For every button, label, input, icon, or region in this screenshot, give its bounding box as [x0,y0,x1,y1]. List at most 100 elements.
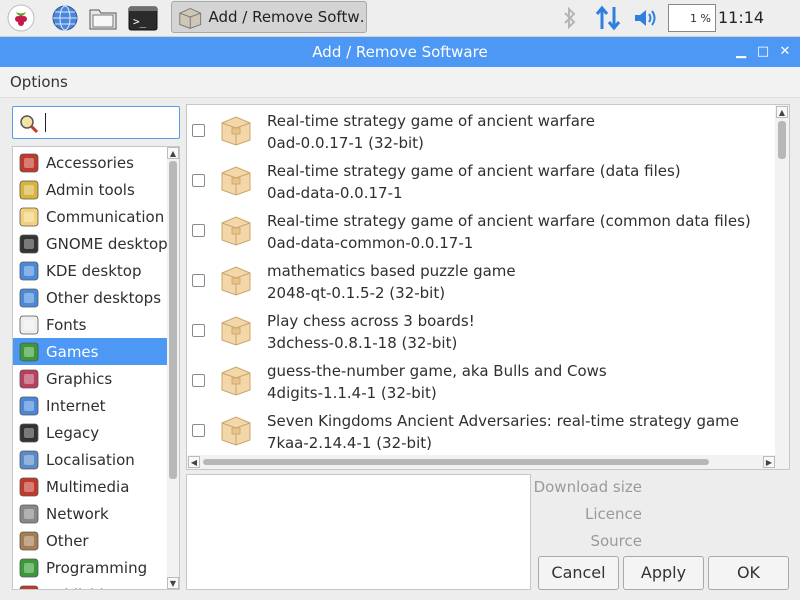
maximize-button[interactable]: □ [756,45,770,59]
search-input[interactable] [12,106,180,139]
category-item[interactable]: Internet [13,392,167,419]
package-row[interactable]: mathematics based puzzle game 2048-qt-0.1… [187,255,777,305]
package-row[interactable]: Seven Kingdoms Ancient Adversaries: real… [187,405,777,455]
package-horizontal-scrollbar[interactable]: ◀ ▶ [187,455,789,469]
gnome-icon [17,232,41,256]
category-label: Communication [46,207,165,226]
category-item[interactable]: Localisation [13,446,167,473]
package-checkbox[interactable] [192,324,205,337]
category-item[interactable]: Admin tools [13,176,167,203]
clock[interactable]: 11:14 [718,0,764,36]
category-label: Network [46,504,109,523]
category-label: GNOME desktop [46,234,168,253]
category-item[interactable]: Legacy [13,419,167,446]
file-manager-icon[interactable] [88,3,118,33]
menu-bar: Options [0,67,800,98]
package-description: guess-the-number game, aka Bulls and Cow… [267,362,607,380]
search-icon [20,115,39,134]
licence-label: Licence [585,505,642,523]
legacy-icon [17,421,41,445]
minimize-button[interactable]: ▁ [734,45,748,59]
volume-icon[interactable] [630,3,662,33]
scroll-thumb[interactable] [778,121,786,159]
package-checkbox[interactable] [192,124,205,137]
network-transfer-icon[interactable] [592,3,624,33]
package-version: 0ad-0.0.17-1 (32-bit) [267,134,424,152]
menu-options[interactable]: Options [10,67,68,97]
package-version: 3dchess-0.8.1-18 (32-bit) [267,334,458,352]
close-button[interactable]: ✕ [778,45,792,59]
package-description: Real-time strategy game of ancient warfa… [267,112,595,130]
package-checkbox[interactable] [192,174,205,187]
package-row[interactable]: Play chess across 3 boards! 3dchess-0.8.1… [187,305,777,355]
scroll-up-button[interactable]: ▲ [776,106,788,118]
scroll-down-button[interactable]: ▼ [167,577,179,589]
taskbar-window-button[interactable]: Add / Remove Softw… [171,1,367,33]
package-version: 0ad-data-0.0.17-1 [267,184,403,202]
raspberry-menu-icon[interactable] [6,3,36,33]
category-label: Internet [46,396,106,415]
fonts-icon [17,313,41,337]
package-checkbox[interactable] [192,224,205,237]
category-item[interactable]: Graphics [13,365,167,392]
window-title: Add / Remove Software [312,43,488,61]
package-checkbox[interactable] [192,374,205,387]
taskbar: >_ Add / Remove Softw… 1 % 11:14 [0,0,800,37]
package-checkbox[interactable] [192,274,205,287]
package-description: Real-time strategy game of ancient warfa… [267,162,681,180]
source-label: Source [590,532,642,550]
taskbar-window-label: Add / Remove Softw… [208,8,366,26]
category-item[interactable]: GNOME desktop [13,230,168,257]
package-icon [219,363,253,401]
category-item[interactable]: Accessories [13,149,167,176]
kde-icon [17,259,41,283]
category-label: Accessories [46,153,134,172]
bluetooth-icon[interactable] [556,3,584,33]
apply-button[interactable]: Apply [623,556,704,590]
scroll-up-button[interactable]: ▲ [167,147,179,159]
package-details-panel [186,474,531,590]
scroll-right-button[interactable]: ▶ [763,456,775,468]
cpu-usage-monitor[interactable]: 1 % [668,4,716,32]
category-item[interactable]: Communication [13,203,167,230]
scroll-thumb[interactable] [203,459,709,465]
category-item[interactable]: KDE desktop [13,257,167,284]
package-row[interactable]: Real-time strategy game of ancient warfa… [187,105,777,155]
package-row[interactable]: Real-time strategy game of ancient warfa… [187,155,777,205]
category-item[interactable]: Fonts [13,311,167,338]
package-list[interactable]: Real-time strategy game of ancient warfa… [186,104,790,470]
terminal-icon[interactable]: >_ [128,3,158,33]
graphics-icon [17,367,41,391]
category-item[interactable]: Programming [13,554,167,581]
category-list[interactable]: Accessories Admin tools Communication GNOME… [12,146,180,590]
category-item[interactable]: Games [13,338,167,365]
ok-button[interactable]: OK [708,556,789,590]
multimedia-icon [17,475,41,499]
category-label: Graphics [46,369,113,388]
window-titlebar[interactable]: Add / Remove Software ▁ □ ✕ [0,37,800,67]
communication-icon [17,205,41,229]
cancel-button[interactable]: Cancel [538,556,619,590]
web-browser-icon[interactable] [50,3,80,33]
package-row[interactable]: guess-the-number game, aka Bulls and Cow… [187,355,777,405]
download-size-label: Download size [533,478,642,496]
category-label: Admin tools [46,180,135,199]
scroll-left-button[interactable]: ◀ [188,456,200,468]
programming-icon [17,556,41,580]
category-item[interactable]: Network [13,500,167,527]
category-scrollbar[interactable]: ▲ ▼ [167,147,179,589]
category-label: Other [46,531,89,550]
package-icon [219,213,253,251]
package-checkbox[interactable] [192,424,205,437]
package-vertical-scrollbar[interactable]: ▲ [775,105,789,455]
category-item[interactable]: Publishing [13,581,167,589]
category-item[interactable]: Other desktops [13,284,167,311]
category-item[interactable]: Other [13,527,167,554]
package-row[interactable]: Real-time strategy game of ancient warfa… [187,205,777,255]
package-version: 7kaa-2.14.4-1 (32-bit) [267,434,432,452]
package-icon [179,7,202,29]
category-item[interactable]: Multimedia [13,473,167,500]
accessories-icon [17,151,41,175]
package-icon [219,113,253,151]
scroll-thumb[interactable] [169,161,177,479]
